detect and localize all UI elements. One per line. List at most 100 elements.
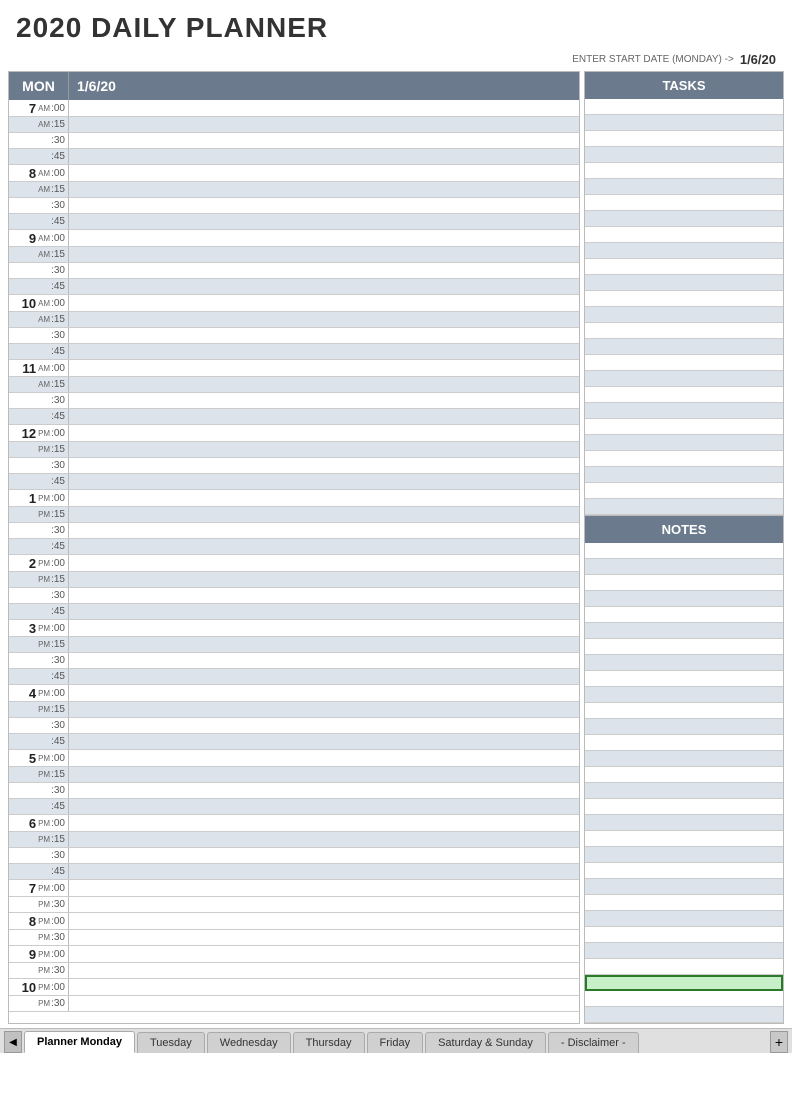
- note-row[interactable]: [585, 863, 783, 879]
- note-row[interactable]: [585, 687, 783, 703]
- tab-wednesday[interactable]: Wednesday: [207, 1032, 291, 1053]
- day-label: MON: [9, 72, 69, 100]
- time-row: PM:15: [9, 832, 579, 848]
- note-row[interactable]: [585, 719, 783, 735]
- note-row[interactable]: [585, 1007, 783, 1023]
- time-row: 12PM:00: [9, 425, 579, 442]
- schedule-column: MON 1/6/20 7AM:00 AM:15 :30 :45 8AM:00 A…: [8, 71, 580, 1024]
- time-row: :45: [9, 149, 579, 165]
- time-row: AM:15: [9, 247, 579, 263]
- time-row: PM:30: [9, 897, 579, 913]
- time-row: PM:30: [9, 963, 579, 979]
- time-row: 7AM:00: [9, 100, 579, 117]
- note-row[interactable]: [585, 959, 783, 975]
- time-row: :45: [9, 344, 579, 360]
- time-row: AM:15: [9, 312, 579, 328]
- time-row: :30: [9, 198, 579, 214]
- tab-bar: ◀ Planner Monday Tuesday Wednesday Thurs…: [0, 1028, 792, 1053]
- note-row[interactable]: [585, 575, 783, 591]
- task-row[interactable]: [585, 275, 783, 291]
- time-row: :30: [9, 393, 579, 409]
- tab-disclaimer[interactable]: - Disclaimer -: [548, 1032, 639, 1053]
- task-row[interactable]: [585, 467, 783, 483]
- time-row: :30: [9, 653, 579, 669]
- time-row: AM:15: [9, 377, 579, 393]
- note-row[interactable]: [585, 559, 783, 575]
- note-row[interactable]: [585, 751, 783, 767]
- task-row[interactable]: [585, 435, 783, 451]
- task-row[interactable]: [585, 115, 783, 131]
- time-row: 2PM:00: [9, 555, 579, 572]
- note-row[interactable]: [585, 639, 783, 655]
- note-row[interactable]: [585, 927, 783, 943]
- task-row[interactable]: [585, 499, 783, 515]
- time-row: PM:15: [9, 767, 579, 783]
- time-row: :45: [9, 539, 579, 555]
- time-row: AM:15: [9, 117, 579, 133]
- time-row: :30: [9, 848, 579, 864]
- date-prompt-label: ENTER START DATE (MONDAY) ->: [572, 54, 734, 65]
- task-row[interactable]: [585, 99, 783, 115]
- tab-nav-prev-button[interactable]: ◀: [4, 1031, 22, 1053]
- note-row[interactable]: [585, 879, 783, 895]
- note-row[interactable]: [585, 815, 783, 831]
- note-row[interactable]: [585, 671, 783, 687]
- note-row[interactable]: [585, 911, 783, 927]
- tab-saturday-sunday[interactable]: Saturday & Sunday: [425, 1032, 546, 1053]
- time-row: :45: [9, 864, 579, 880]
- tab-tuesday[interactable]: Tuesday: [137, 1032, 205, 1053]
- task-row[interactable]: [585, 483, 783, 499]
- start-date-value: 1/6/20: [740, 52, 776, 67]
- notes-section: NOTES: [584, 516, 784, 1024]
- note-row[interactable]: [585, 735, 783, 751]
- task-row[interactable]: [585, 323, 783, 339]
- task-row[interactable]: [585, 179, 783, 195]
- tasks-header: TASKS: [585, 72, 783, 99]
- task-row[interactable]: [585, 371, 783, 387]
- task-row[interactable]: [585, 211, 783, 227]
- task-row[interactable]: [585, 195, 783, 211]
- note-row[interactable]: [585, 543, 783, 559]
- tab-friday[interactable]: Friday: [367, 1032, 424, 1053]
- time-row: :45: [9, 214, 579, 230]
- time-row: PM:15: [9, 442, 579, 458]
- tab-add-button[interactable]: +: [770, 1031, 788, 1053]
- task-row[interactable]: [585, 451, 783, 467]
- task-row[interactable]: [585, 403, 783, 419]
- tab-planner-monday[interactable]: Planner Monday: [24, 1031, 135, 1053]
- task-row[interactable]: [585, 291, 783, 307]
- note-row[interactable]: [585, 767, 783, 783]
- note-row[interactable]: [585, 607, 783, 623]
- time-row: 3PM:00: [9, 620, 579, 637]
- note-row[interactable]: [585, 783, 783, 799]
- task-row[interactable]: [585, 131, 783, 147]
- note-row-highlighted[interactable]: [585, 975, 783, 991]
- task-row[interactable]: [585, 147, 783, 163]
- note-row[interactable]: [585, 991, 783, 1007]
- note-row[interactable]: [585, 831, 783, 847]
- note-row[interactable]: [585, 943, 783, 959]
- note-row[interactable]: [585, 591, 783, 607]
- tab-thursday[interactable]: Thursday: [293, 1032, 365, 1053]
- note-row[interactable]: [585, 799, 783, 815]
- task-row[interactable]: [585, 387, 783, 403]
- note-row[interactable]: [585, 623, 783, 639]
- task-row[interactable]: [585, 307, 783, 323]
- time-row: :30: [9, 458, 579, 474]
- task-row[interactable]: [585, 243, 783, 259]
- time-row: :30: [9, 588, 579, 604]
- task-row[interactable]: [585, 259, 783, 275]
- task-row[interactable]: [585, 163, 783, 179]
- task-row[interactable]: [585, 355, 783, 371]
- time-row: AM:15: [9, 182, 579, 198]
- tasks-section: TASKS: [584, 71, 784, 516]
- time-row: 11AM:00: [9, 360, 579, 377]
- task-row[interactable]: [585, 419, 783, 435]
- task-row[interactable]: [585, 227, 783, 243]
- time-row: :45: [9, 669, 579, 685]
- note-row[interactable]: [585, 703, 783, 719]
- task-row[interactable]: [585, 339, 783, 355]
- note-row[interactable]: [585, 895, 783, 911]
- note-row[interactable]: [585, 655, 783, 671]
- note-row[interactable]: [585, 847, 783, 863]
